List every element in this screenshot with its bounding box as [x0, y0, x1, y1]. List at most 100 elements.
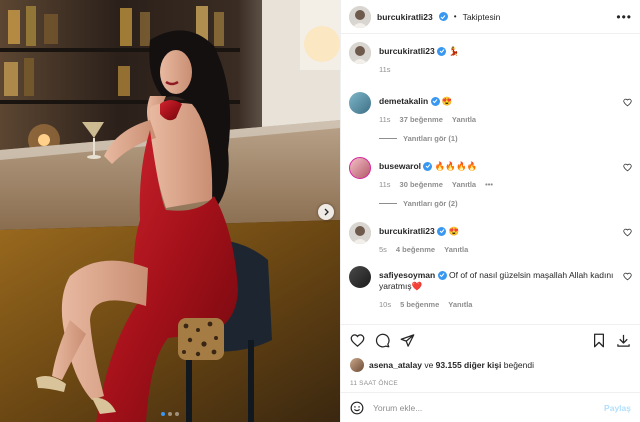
comment-time[interactable]: 10s — [379, 300, 391, 309]
comment-time[interactable]: 11s — [379, 180, 391, 189]
verified-badge-icon — [437, 46, 447, 56]
comment-text: safiyesoyman Of of of nasıl güzelsin maş… — [379, 266, 618, 292]
comment-likes[interactable]: 4 beğenme — [396, 245, 435, 254]
comment-username[interactable]: burcukiratli23 — [379, 46, 435, 56]
replies-line — [379, 138, 397, 139]
verified-badge-icon — [438, 12, 448, 21]
comment-text: burcukiratli23 😍 — [379, 222, 618, 237]
comment-like-icon[interactable] — [623, 228, 632, 237]
post-side-panel: burcukiratli23 • Takiptesin ••• burcukir… — [340, 0, 640, 422]
comment-text: demetakalin 😍 — [379, 92, 618, 107]
reply-button[interactable]: Yanıtla — [452, 180, 476, 189]
comment-likes[interactable]: 30 beğenme — [400, 180, 443, 189]
comment-meta: 5s 4 beğenme Yanıtla — [379, 245, 618, 254]
likes-connector: ve — [424, 360, 434, 370]
replies-line — [379, 203, 397, 204]
profile-photo-icon — [349, 42, 371, 64]
comment-like-icon[interactable] — [623, 98, 632, 107]
post-header: burcukiratli23 • Takiptesin ••• — [341, 0, 640, 34]
like-button[interactable] — [350, 333, 365, 348]
likes-text: asena_atalay ve 93.155 diğer kişi beğend… — [369, 360, 534, 370]
save-button[interactable] — [592, 333, 606, 348]
comment-time[interactable]: 11s — [379, 65, 391, 74]
comment-input[interactable] — [373, 402, 596, 413]
comment-content: 😍 — [441, 96, 453, 106]
more-options-icon[interactable]: ••• — [616, 11, 632, 23]
post-comment-button[interactable]: Paylaş — [604, 403, 631, 413]
comment-bubble-icon — [375, 333, 390, 348]
likes-count[interactable]: 93.155 diğer kişi — [436, 360, 502, 370]
carousel-dot — [161, 412, 165, 416]
avatar[interactable] — [349, 42, 371, 64]
comment-likes[interactable]: 5 beğenme — [400, 300, 439, 309]
reply-button[interactable]: Yanıtla — [444, 245, 468, 254]
avatar[interactable] — [349, 92, 371, 114]
likes-summary: asena_atalay ve 93.155 diğer kişi beğend… — [341, 356, 640, 374]
avatar[interactable] — [349, 266, 371, 288]
carousel-dot — [168, 412, 172, 416]
avatar[interactable] — [349, 222, 371, 244]
download-button[interactable] — [616, 333, 631, 348]
comment-button[interactable] — [375, 333, 390, 348]
liker-username[interactable]: asena_atalay — [369, 360, 422, 370]
verified-badge-icon — [437, 226, 447, 236]
comment-meta: 11s 37 beğenme Yanıtla — [379, 115, 618, 124]
carousel-indicator — [0, 412, 340, 416]
post-photo[interactable] — [0, 0, 340, 422]
share-button[interactable] — [400, 333, 415, 348]
comment-username[interactable]: burcukiratli23 — [379, 226, 435, 236]
reply-button[interactable]: Yanıtla — [452, 115, 476, 124]
comments-list[interactable]: burcukiratli23 💃 11s demetakalin 😍 11s 3… — [341, 34, 640, 324]
comment-item: burcukiratli23 😍 5s 4 beğenme Yanıtla — [349, 222, 632, 254]
comment-body: burcukiratli23 💃 11s — [379, 42, 632, 74]
comment-time[interactable]: 11s — [379, 115, 391, 124]
comment-body: safiyesoyman Of of of nasıl güzelsin maş… — [379, 266, 632, 309]
view-replies-button[interactable]: Yanıtları gör (1) — [379, 134, 632, 143]
comment-likes[interactable]: 37 beğenme — [400, 115, 443, 124]
likes-suffix: beğendi — [503, 360, 534, 370]
follow-status-button[interactable]: Takiptesin — [463, 12, 501, 22]
view-replies-button[interactable]: Yanıtları gör (2) — [379, 199, 632, 208]
verified-badge-icon — [437, 270, 447, 280]
comment-content: 🔥🔥🔥🔥 — [434, 161, 478, 171]
comment-text: burcukiratli23 💃 — [379, 42, 618, 57]
avatar[interactable] — [349, 5, 371, 28]
post-author-username[interactable]: burcukiratli23 — [377, 12, 433, 22]
verified-badge-icon — [423, 161, 433, 171]
post-actions — [341, 324, 640, 356]
comment-username[interactable]: demetakalin — [379, 96, 428, 106]
comment-more-icon[interactable]: ••• — [485, 180, 493, 189]
post-caption: burcukiratli23 💃 11s — [349, 42, 632, 74]
comment-text: busewarol 🔥🔥🔥🔥 — [379, 157, 618, 172]
carousel-dot — [175, 412, 179, 416]
avatar[interactable] — [350, 358, 364, 372]
comment-like-icon[interactable] — [623, 272, 632, 281]
bookmark-icon — [594, 333, 604, 348]
view-replies-label: Yanıtları gör (2) — [403, 199, 458, 208]
comment-content: 😍 — [448, 226, 460, 236]
caption-text: 💃 — [448, 46, 460, 56]
post-time[interactable]: 11 SAAT ÖNCE — [341, 374, 640, 392]
comment-username[interactable]: busewarol — [379, 161, 421, 171]
reply-button[interactable]: Yanıtla — [448, 300, 472, 309]
instagram-post: burcukiratli23 • Takiptesin ••• burcukir… — [0, 0, 640, 422]
add-comment-bar: Paylaş — [341, 392, 640, 422]
comment-like-icon[interactable] — [623, 163, 632, 172]
comment-item: demetakalin 😍 11s 37 beğenme Yanıtla — [349, 92, 632, 124]
comment-time[interactable]: 5s — [379, 245, 387, 254]
photo-scene — [0, 0, 340, 422]
comment-username[interactable]: safiyesoyman — [379, 270, 435, 280]
comment-body: demetakalin 😍 11s 37 beğenme Yanıtla — [379, 92, 632, 124]
comment-meta: 11s 30 beğenme Yanıtla ••• — [379, 180, 618, 189]
heart-icon — [350, 334, 365, 347]
carousel-next-button[interactable] — [318, 204, 334, 220]
header-separator: • — [453, 12, 457, 21]
comment-body: busewarol 🔥🔥🔥🔥 11s 30 beğenme Yanıtla ••… — [379, 157, 632, 189]
paper-plane-icon — [400, 334, 415, 347]
view-replies-label: Yanıtları gör (1) — [403, 134, 458, 143]
chevron-right-icon — [324, 208, 329, 216]
comment-body: burcukiratli23 😍 5s 4 beğenme Yanıtla — [379, 222, 632, 254]
avatar[interactable] — [349, 157, 371, 179]
emoji-button[interactable] — [350, 401, 364, 415]
verified-badge-icon — [430, 96, 440, 106]
